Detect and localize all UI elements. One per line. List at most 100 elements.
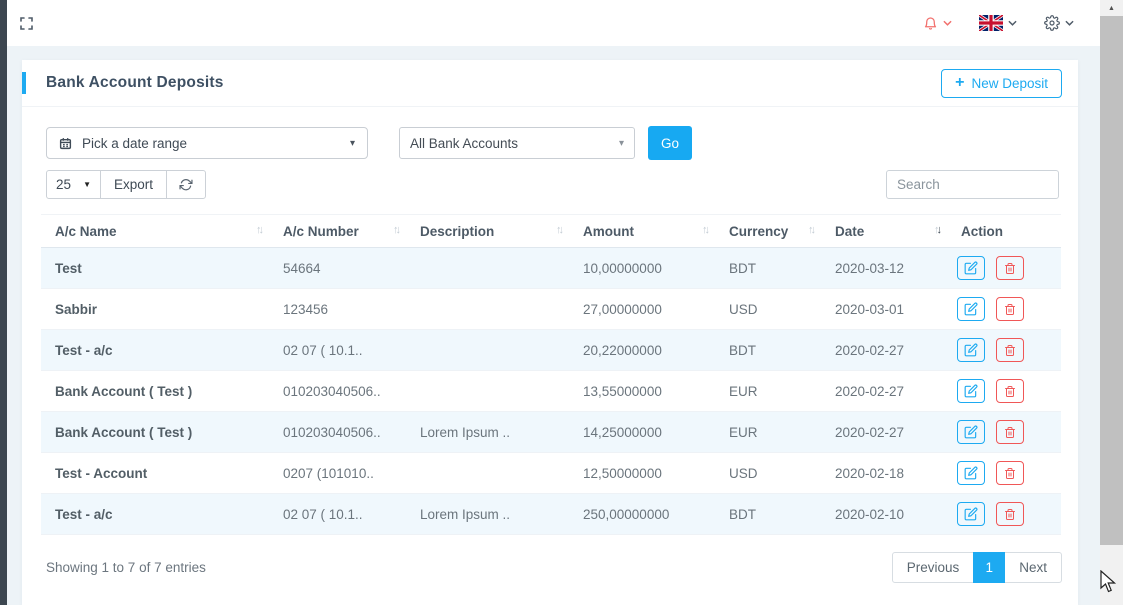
delete-button[interactable] bbox=[996, 379, 1024, 403]
sort-arrows-icon: ↑↓ bbox=[702, 224, 707, 236]
edit-button[interactable] bbox=[957, 338, 985, 362]
chevron-down-icon bbox=[1065, 20, 1074, 26]
vertical-scrollbar[interactable]: ▲ bbox=[1100, 0, 1123, 605]
export-button[interactable]: Export bbox=[100, 170, 167, 199]
table-row: Test - a/c02 07 ( 10.1..Lorem Ipsum ..25… bbox=[41, 494, 1061, 535]
notifications-dropdown[interactable] bbox=[923, 15, 952, 31]
card-footer: Showing 1 to 7 of 7 entries Previous 1 N… bbox=[46, 552, 1062, 583]
trash-icon bbox=[1004, 344, 1016, 357]
go-button[interactable]: Go bbox=[648, 126, 692, 160]
table-tools-group: 25 ▼ Export bbox=[46, 170, 206, 199]
cell-amount: 250,00000000 bbox=[569, 494, 715, 535]
cell-name: Test - a/c bbox=[41, 494, 269, 535]
cell-number: 02 07 ( 10.1.. bbox=[269, 494, 406, 535]
plus-icon: + bbox=[955, 75, 964, 91]
cell-number: 010203040506.. bbox=[269, 412, 406, 453]
cell-date: 2020-02-27 bbox=[821, 330, 947, 371]
caret-down-icon: ▾ bbox=[350, 138, 355, 149]
cell-amount: 13,55000000 bbox=[569, 371, 715, 412]
language-dropdown[interactable] bbox=[979, 15, 1017, 31]
delete-button[interactable] bbox=[996, 502, 1024, 526]
edit-icon bbox=[964, 343, 978, 357]
scrollbar-thumb[interactable] bbox=[1100, 16, 1123, 545]
cell-name: Test - a/c bbox=[41, 330, 269, 371]
trash-icon bbox=[1004, 385, 1016, 398]
cell-name: Bank Account ( Test ) bbox=[41, 371, 269, 412]
cell-number: 123456 bbox=[269, 289, 406, 330]
cell-currency: BDT bbox=[715, 248, 821, 289]
date-range-picker[interactable]: Pick a date range ▾ bbox=[46, 127, 368, 159]
expand-corners-icon bbox=[20, 17, 33, 30]
edit-button[interactable] bbox=[957, 420, 985, 444]
cell-actions bbox=[947, 453, 1061, 494]
current-page-button[interactable]: 1 bbox=[973, 552, 1005, 583]
column-header-a-c-name[interactable]: A/c Name↑↓ bbox=[41, 215, 269, 248]
delete-button[interactable] bbox=[996, 338, 1024, 362]
delete-button[interactable] bbox=[996, 297, 1024, 321]
delete-button[interactable] bbox=[996, 256, 1024, 280]
delete-button[interactable] bbox=[996, 461, 1024, 485]
trash-icon bbox=[1004, 426, 1016, 439]
collapsed-sidebar-strip bbox=[0, 0, 7, 605]
cell-currency: EUR bbox=[715, 412, 821, 453]
previous-page-button[interactable]: Previous bbox=[892, 552, 975, 583]
top-navbar bbox=[7, 0, 1100, 46]
scroll-up-arrow-icon[interactable]: ▲ bbox=[1100, 0, 1123, 16]
date-range-label: Pick a date range bbox=[82, 136, 187, 151]
edit-button[interactable] bbox=[957, 502, 985, 526]
cell-date: 2020-03-12 bbox=[821, 248, 947, 289]
page-size-select[interactable]: 25 ▼ bbox=[46, 170, 101, 199]
settings-dropdown[interactable] bbox=[1044, 15, 1074, 31]
deposits-table-wrap: A/c Name↑↓A/c Number↑↓Description↑↓Amoun… bbox=[41, 214, 1061, 535]
uk-flag-icon bbox=[979, 15, 1003, 31]
new-deposit-button[interactable]: + New Deposit bbox=[941, 69, 1062, 98]
cell-description: Lorem Ipsum .. bbox=[406, 412, 569, 453]
column-header-currency[interactable]: Currency↑↓ bbox=[715, 215, 821, 248]
trash-icon bbox=[1004, 467, 1016, 480]
new-deposit-label: New Deposit bbox=[971, 76, 1048, 91]
column-header-date[interactable]: Date↑↓ bbox=[821, 215, 947, 248]
delete-button[interactable] bbox=[996, 420, 1024, 444]
title-accent-bar bbox=[22, 72, 26, 94]
column-header-amount[interactable]: Amount↑↓ bbox=[569, 215, 715, 248]
edit-button[interactable] bbox=[957, 461, 985, 485]
cell-description bbox=[406, 289, 569, 330]
table-row: Test5466410,00000000BDT2020-03-12 bbox=[41, 248, 1061, 289]
cell-number: 0207 (101010.. bbox=[269, 453, 406, 494]
sort-arrows-icon: ↑↓ bbox=[256, 224, 261, 236]
bell-icon bbox=[923, 15, 938, 31]
cell-name: Test - Account bbox=[41, 453, 269, 494]
edit-icon bbox=[964, 507, 978, 521]
calendar-icon bbox=[59, 137, 72, 150]
cell-amount: 10,00000000 bbox=[569, 248, 715, 289]
edit-icon bbox=[964, 384, 978, 398]
edit-button[interactable] bbox=[957, 379, 985, 403]
cell-currency: USD bbox=[715, 453, 821, 494]
deposits-table: A/c Name↑↓A/c Number↑↓Description↑↓Amoun… bbox=[41, 214, 1061, 535]
content-area: Bank Account Deposits + New Deposit Pick… bbox=[7, 46, 1100, 605]
trash-icon bbox=[1004, 508, 1016, 521]
cell-description bbox=[406, 453, 569, 494]
edit-button[interactable] bbox=[957, 297, 985, 321]
table-header-row: A/c Name↑↓A/c Number↑↓Description↑↓Amoun… bbox=[41, 215, 1061, 248]
edit-button[interactable] bbox=[957, 256, 985, 280]
table-row: Sabbir12345627,00000000USD2020-03-01 bbox=[41, 289, 1061, 330]
search-input[interactable] bbox=[886, 170, 1059, 199]
bank-account-select[interactable]: All Bank Accounts ▾ bbox=[399, 127, 635, 159]
column-header-description[interactable]: Description↑↓ bbox=[406, 215, 569, 248]
fullscreen-toggle-button[interactable] bbox=[20, 17, 33, 30]
column-header-a-c-number[interactable]: A/c Number↑↓ bbox=[269, 215, 406, 248]
cell-date: 2020-03-01 bbox=[821, 289, 947, 330]
page-title: Bank Account Deposits bbox=[46, 74, 224, 92]
edit-icon bbox=[964, 425, 978, 439]
next-page-button[interactable]: Next bbox=[1004, 552, 1062, 583]
cell-number: 010203040506.. bbox=[269, 371, 406, 412]
edit-icon bbox=[964, 466, 978, 480]
card-header: Bank Account Deposits + New Deposit bbox=[22, 60, 1078, 107]
cell-currency: USD bbox=[715, 289, 821, 330]
entries-summary: Showing 1 to 7 of 7 entries bbox=[46, 560, 206, 575]
cell-amount: 20,22000000 bbox=[569, 330, 715, 371]
edit-icon bbox=[964, 261, 978, 275]
cell-description bbox=[406, 330, 569, 371]
refresh-button[interactable] bbox=[166, 170, 206, 199]
